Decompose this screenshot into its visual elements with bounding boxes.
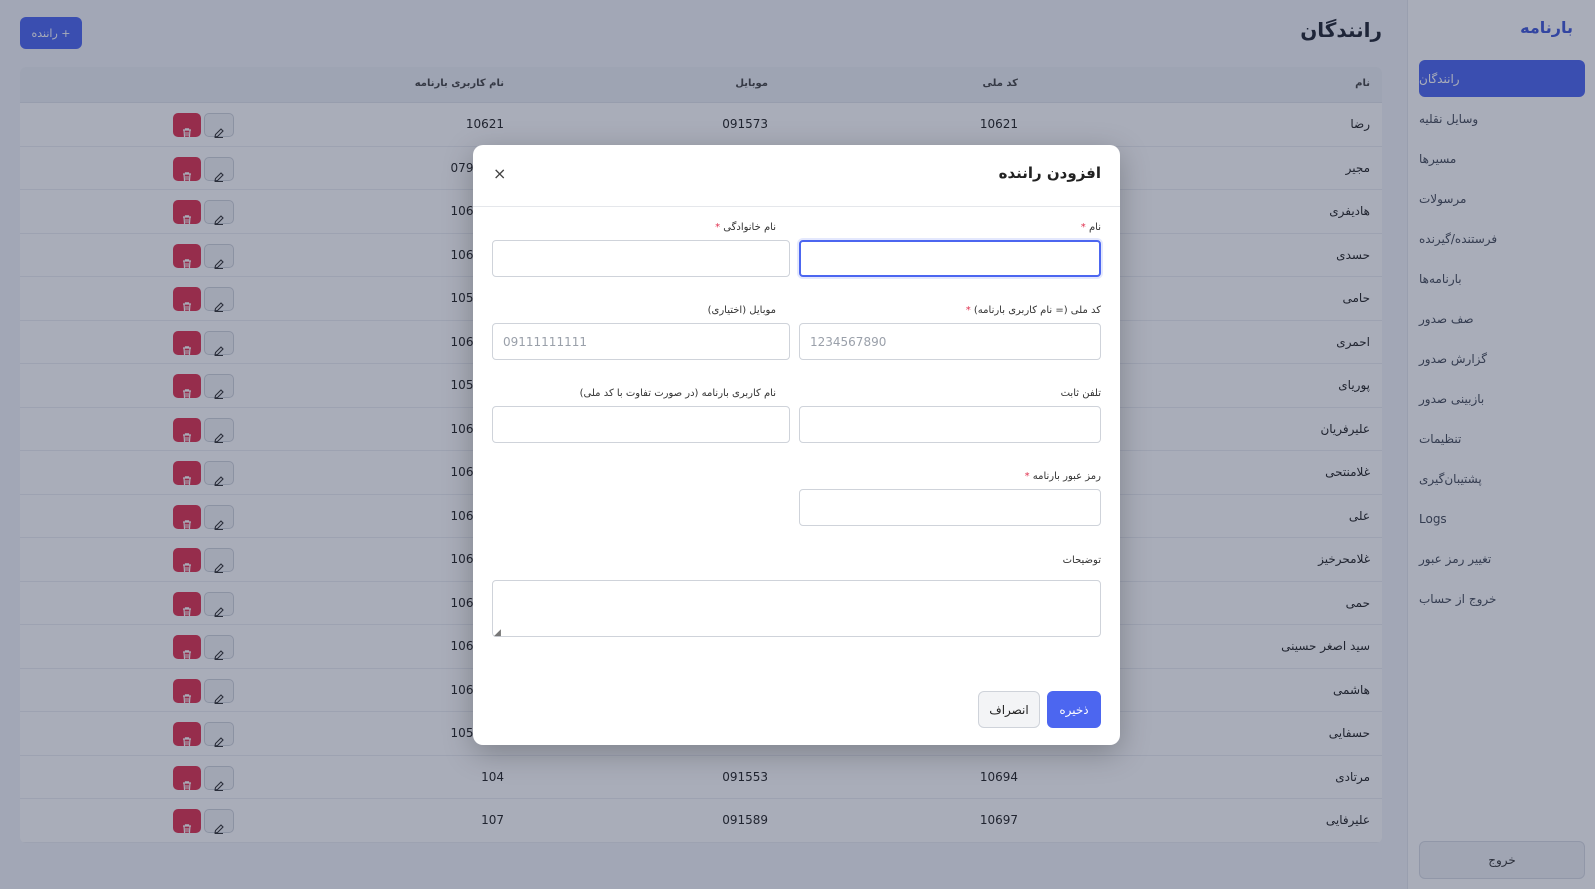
save-button[interactable]: ذخیره — [1047, 691, 1101, 728]
username-input[interactable] — [492, 406, 790, 443]
password-label: رمز عبور بارنامه * — [1024, 471, 1101, 482]
landline-label: تلفن ثابت — [1060, 388, 1101, 399]
mobile-input[interactable] — [492, 323, 790, 360]
cancel-button[interactable]: انصراف — [978, 691, 1040, 728]
first-name-input[interactable] — [799, 240, 1101, 277]
add-driver-modal: افزودن راننده × نام * نام خانوادگی * کد … — [473, 145, 1120, 745]
landline-input[interactable] — [799, 406, 1101, 443]
notes-label: توضیحات — [1062, 555, 1101, 566]
username-label: نام کاربری بارنامه (در صورت تفاوت با کد … — [579, 388, 776, 399]
resize-handle-icon[interactable]: ◢ — [494, 628, 501, 638]
last-name-label: نام خانوادگی * — [715, 222, 776, 233]
mobile-label: موبایل (اختیاری) — [707, 305, 776, 316]
last-name-input[interactable] — [492, 240, 790, 277]
notes-textarea[interactable] — [492, 580, 1101, 637]
modal-title: افزودن راننده — [998, 164, 1101, 182]
close-icon[interactable]: × — [493, 164, 506, 183]
password-input[interactable] — [799, 489, 1101, 526]
first-name-label: نام * — [1080, 222, 1101, 233]
modal-header: افزودن راننده × — [473, 145, 1120, 207]
national-id-input[interactable] — [799, 323, 1101, 360]
national-id-label: کد ملی (= نام کاربری بارنامه) * — [965, 305, 1101, 316]
